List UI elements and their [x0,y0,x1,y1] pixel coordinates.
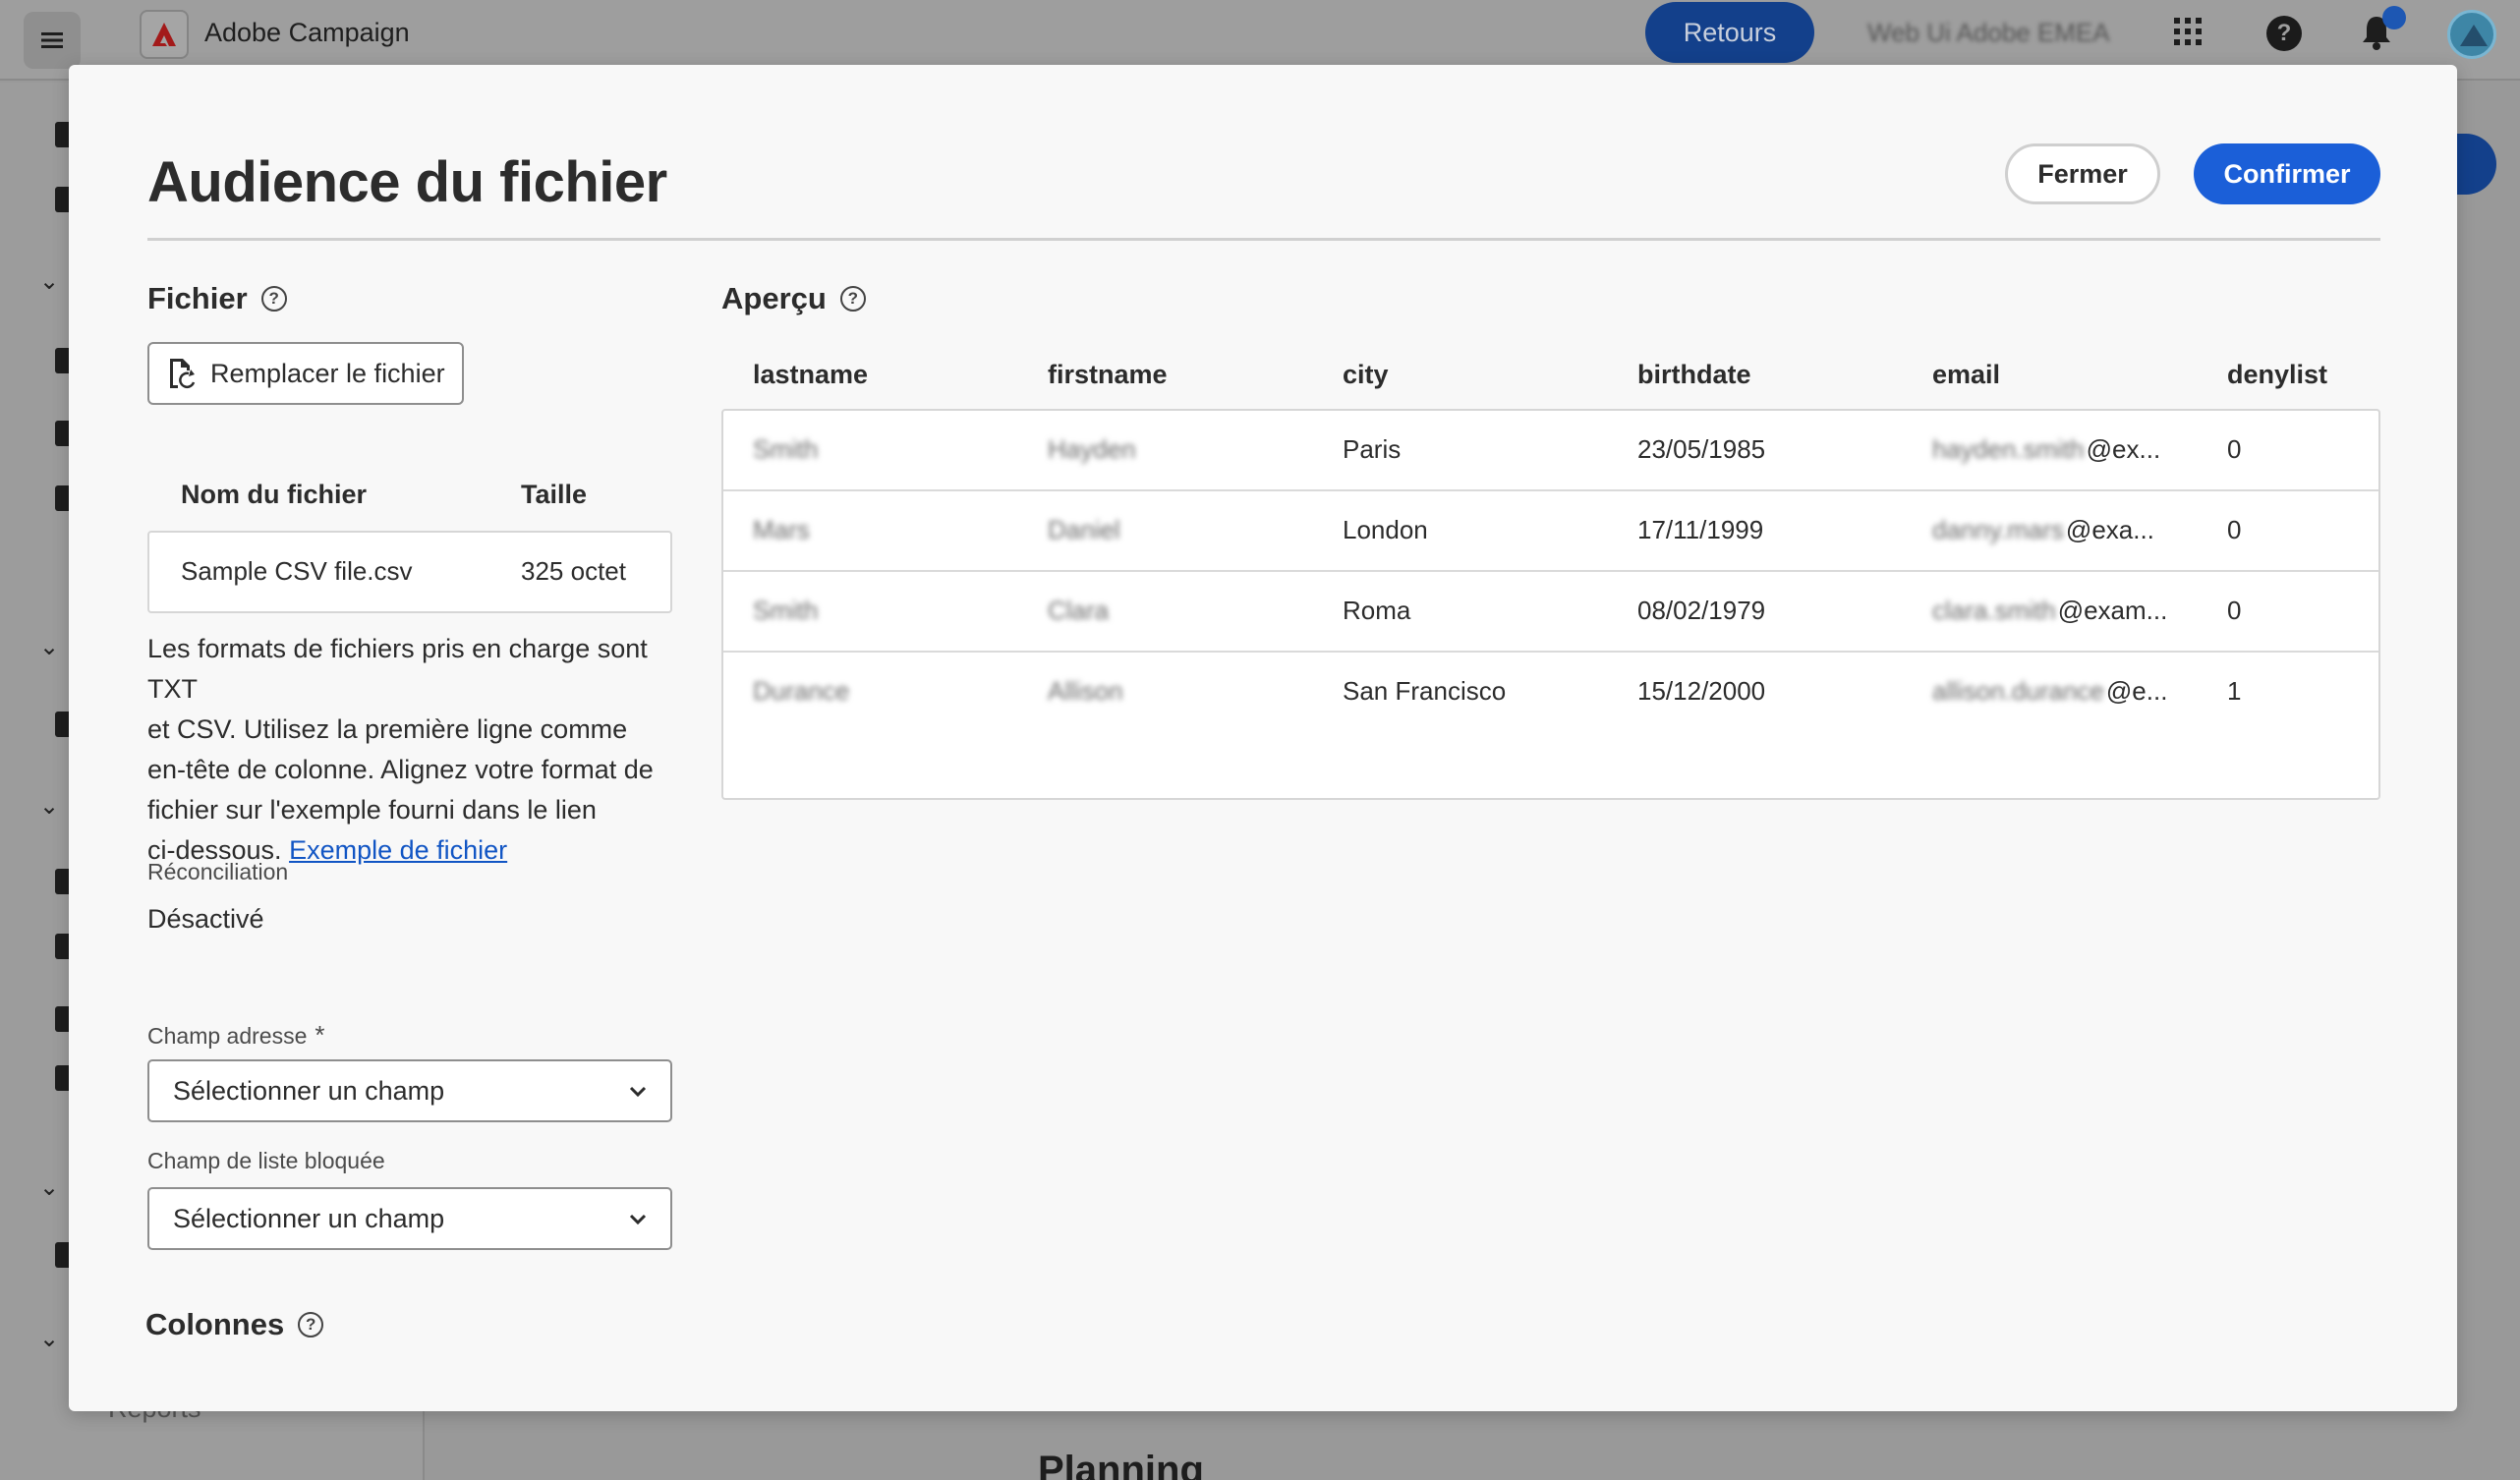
email-local-part: allison.durance [1932,676,2104,706]
reconciliation-value: Désactivé [147,904,264,934]
cell-firstname: Daniel [1048,515,1120,544]
cell-firstname: Clara [1048,596,1110,625]
adobe-logo-icon[interactable] [140,10,189,59]
example-file-link[interactable]: Exemple de fichier [289,835,507,865]
cell-birthdate: 08/02/1979 [1637,596,1766,625]
apps-grid-icon[interactable] [2172,16,2204,47]
columns-section-heading: Colonnes ? [145,1307,324,1342]
address-field-label: Champ adresse * [147,1020,324,1051]
chevron-down-icon[interactable]: ⌄ [39,267,59,296]
cell-email: clara.smith @exam... [1932,596,2167,626]
email-domain: @exam... [2057,596,2168,625]
org-switcher[interactable]: Web Ui Adobe EMEA [1867,18,2110,48]
email-local-part: hayden.smith [1932,434,2085,464]
denylist-field-select[interactable]: Sélectionner un champ [147,1187,672,1250]
header-divider [147,238,2380,241]
columns-section-title: Colonnes [145,1307,285,1341]
file-row: Sample CSV file.csv 325 octet [147,531,672,613]
reconciliation-label: Réconciliation [147,859,289,884]
help-icon[interactable]: ? [298,1312,324,1338]
column-header-city: city [1343,360,1389,389]
cell-city: Paris [1343,434,1402,464]
replace-file-label: Remplacer le fichier [210,358,445,388]
cell-lastname: Smith [753,596,819,625]
help-icon[interactable]: ? [839,286,866,312]
cell-city: London [1343,515,1428,544]
file-name: Sample CSV file.csv [181,556,413,586]
cell-denylist: 0 [2227,434,2242,464]
feedback-button[interactable]: Retours [1645,2,1814,63]
table-row: Durance Allison San Francisco 15/12/2000… [723,653,2378,733]
table-row: Mars Daniel London 17/11/1999 danny.mars… [723,491,2378,572]
file-size-column-header: Taille [521,480,588,509]
info-line: et CSV. Utilisez la première ligne comme [147,714,628,744]
file-replace-icon [170,359,196,389]
cell-lastname: Durance [753,676,850,706]
required-indicator: * [315,1020,325,1050]
file-name-column-header: Nom du fichier [181,480,368,509]
dialog-title: Audience du fichier [147,150,667,214]
chevron-down-icon[interactable]: ⌄ [39,633,59,661]
chevron-down-icon[interactable]: ⌄ [39,792,59,821]
help-icon[interactable]: ? [2266,16,2302,51]
cell-email: danny.mars @exa... [1932,515,2154,545]
email-domain: @e... [2105,676,2168,706]
background-planning-heading: Planning [1038,1449,1204,1480]
chevron-down-icon [629,1214,647,1225]
replace-file-button[interactable]: Remplacer le fichier [147,342,464,405]
column-header-email: email [1932,360,2001,389]
column-header-firstname: firstname [1048,360,1168,389]
preview-table: Smith Hayden Paris 23/05/1985 hayden.smi… [721,409,2380,800]
file-audience-dialog: Audience du fichier Fermer Confirmer Fic… [69,65,2457,1411]
address-field-label-text: Champ adresse [147,1023,308,1049]
cell-firstname: Allison [1048,676,1123,706]
column-header-denylist: denylist [2227,360,2328,389]
table-row: Smith Clara Roma 08/02/1979 clara.smith @… [723,572,2378,653]
chevron-down-icon [629,1086,647,1098]
cell-birthdate: 15/12/2000 [1637,676,1766,706]
cell-lastname: Smith [753,434,819,464]
column-header-lastname: lastname [753,360,869,389]
app-title: Adobe Campaign [204,18,410,47]
file-section-title: Fichier [147,281,248,315]
cell-firstname: Hayden [1048,434,1136,464]
address-field-value: Sélectionner un champ [173,1075,445,1106]
email-domain: @exa... [2065,515,2154,544]
column-header-birthdate: birthdate [1637,360,1751,389]
hamburger-menu-button[interactable] [24,12,81,69]
supported-formats-text: Les formats de fichiers pris en charge s… [147,629,694,871]
cell-birthdate: 23/05/1985 [1637,434,1766,464]
close-button[interactable]: Fermer [2005,143,2160,204]
confirm-button[interactable]: Confirmer [2194,143,2380,204]
cell-denylist: 0 [2227,596,2242,625]
info-line: fichier sur l'exemple fourni dans le lie… [147,795,597,825]
help-icon[interactable]: ? [260,286,287,312]
info-line: en-tête de colonne. Alignez votre format… [147,755,654,784]
cell-email: allison.durance @e... [1932,676,2167,707]
table-row: Smith Hayden Paris 23/05/1985 hayden.smi… [723,411,2378,491]
cell-denylist: 0 [2227,515,2242,544]
chevron-down-icon[interactable]: ⌄ [39,1173,59,1202]
denylist-field-value: Sélectionner un champ [173,1203,445,1233]
denylist-field-label: Champ de liste bloquée [147,1148,385,1173]
email-domain: @ex... [2086,434,2161,464]
notification-badge [2382,6,2406,29]
email-local-part: clara.smith [1932,596,2056,625]
hamburger-icon [41,32,63,48]
file-section-heading: Fichier ? [147,281,287,316]
preview-section-title: Aperçu [721,281,827,315]
cell-denylist: 1 [2227,676,2242,706]
file-size: 325 octet [521,556,626,586]
preview-section-heading: Aperçu ? [721,281,866,316]
cell-lastname: Mars [753,515,810,544]
address-field-select[interactable]: Sélectionner un champ [147,1059,672,1122]
cell-city: San Francisco [1343,676,1507,706]
cell-email: hayden.smith @ex... [1932,434,2160,465]
info-line: Les formats de fichiers pris en charge s… [147,634,648,704]
cell-city: Roma [1343,596,1411,625]
chevron-down-icon[interactable]: ⌄ [39,1325,59,1353]
email-local-part: danny.mars [1932,515,2064,544]
user-avatar[interactable] [2447,10,2496,59]
cell-birthdate: 17/11/1999 [1637,515,1764,544]
